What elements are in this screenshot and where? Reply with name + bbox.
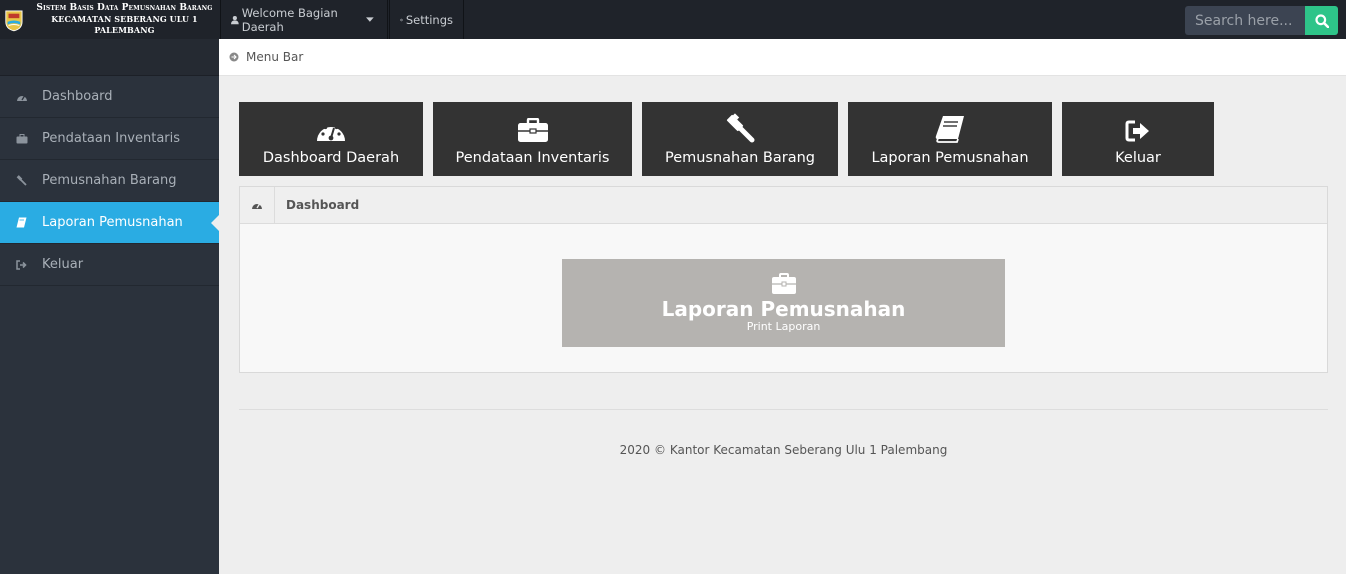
card-title: Laporan Pemusnahan xyxy=(661,297,906,321)
gear-icon xyxy=(400,18,403,21)
user-menu-label: Welcome Bagian Daerah xyxy=(241,5,338,34)
brand-title-line1: Sistem Basis Data Pemusnahan Barang xyxy=(36,3,213,13)
tile-label: Pendataan Inventaris xyxy=(455,150,610,166)
briefcase-icon xyxy=(517,118,548,142)
sidebar-item-dashboard[interactable]: Dashboard xyxy=(0,76,219,118)
tile-laporan-pemusnahan[interactable]: Laporan Pemusnahan xyxy=(848,102,1052,176)
tile-label: Pemusnahan Barang xyxy=(664,150,816,166)
dashboard-panel: Dashboard Laporan Pemusnahan Print Lapor… xyxy=(239,186,1328,373)
dashboard-icon xyxy=(17,95,27,101)
book-icon xyxy=(935,116,964,143)
settings-menu[interactable]: Settings xyxy=(389,0,464,39)
sidebar-item-label: Dashboard xyxy=(42,89,113,104)
sidebar-item-pendataan-inventaris[interactable]: Pendataan Inventaris xyxy=(0,118,219,160)
search-placeholder: Search here... xyxy=(1195,12,1293,29)
tile-label: Keluar xyxy=(1115,150,1161,166)
panel-title: Dashboard xyxy=(286,198,360,212)
gavel-icon xyxy=(726,113,755,143)
user-icon xyxy=(231,15,239,24)
tile-label: Laporan Pemusnahan xyxy=(871,150,1029,166)
laporan-pemusnahan-card[interactable]: Laporan Pemusnahan Print Laporan xyxy=(562,259,1005,347)
tile-pemusnahan-barang[interactable]: Pemusnahan Barang xyxy=(642,102,838,176)
brand-title-line2: KECAMATAN SEBERANG ULU 1 PALEMBANG xyxy=(51,14,198,35)
user-menu-dropdown[interactable]: Welcome Bagian Daerah xyxy=(220,0,388,39)
search-icon xyxy=(1314,13,1329,28)
breadcrumb-label[interactable]: Menu Bar xyxy=(246,50,303,64)
sidebar-header xyxy=(0,39,219,76)
card-subtitle: Print Laporan xyxy=(746,320,821,333)
panel-header: Dashboard xyxy=(240,187,1327,224)
book-icon xyxy=(16,217,27,228)
search-button[interactable] xyxy=(1305,6,1338,35)
settings-label: Settings xyxy=(405,12,453,27)
dashboard-icon xyxy=(252,203,262,209)
sign-out-icon xyxy=(1125,120,1149,142)
gavel-icon xyxy=(16,175,27,186)
sidebar-item-label: Laporan Pemusnahan xyxy=(42,215,183,230)
tile-dashboard-daerah[interactable]: Dashboard Daerah xyxy=(239,102,423,176)
footer-copyright: 2020 © Kantor Kecamatan Seberang Ulu 1 P… xyxy=(619,443,948,457)
dashboard-icon xyxy=(317,122,345,141)
footer-divider xyxy=(239,409,1328,410)
sidebar-item-label: Pendataan Inventaris xyxy=(42,131,181,146)
sidebar-item-keluar[interactable]: Keluar xyxy=(0,244,219,286)
sidebar-item-pemusnahan-barang[interactable]: Pemusnahan Barang xyxy=(0,160,219,202)
breadcrumb: Menu Bar xyxy=(219,39,1346,76)
briefcase-icon xyxy=(16,133,28,143)
caret-down-icon xyxy=(366,16,374,22)
sidebar-item-laporan-pemusnahan[interactable]: Laporan Pemusnahan xyxy=(0,202,219,244)
tile-keluar[interactable]: Keluar xyxy=(1062,102,1214,176)
top-navbar: Sistem Basis Data Pemusnahan Barang KECA… xyxy=(0,0,1346,39)
circle-arrow-icon xyxy=(229,52,239,62)
sign-out-icon xyxy=(16,259,27,270)
brand-title: Sistem Basis Data Pemusnahan Barang KECA… xyxy=(30,3,219,36)
briefcase-icon xyxy=(771,273,796,294)
search-input[interactable]: Search here... xyxy=(1185,6,1305,35)
brand[interactable]: Sistem Basis Data Pemusnahan Barang KECA… xyxy=(0,0,219,39)
sidebar-item-label: Keluar xyxy=(42,257,84,272)
sidebar: Dashboard Pendataan Inventaris Pemusnaha… xyxy=(0,39,219,574)
regency-emblem-icon xyxy=(5,10,23,31)
tile-pendataan-inventaris[interactable]: Pendataan Inventaris xyxy=(433,102,632,176)
tile-label: Dashboard Daerah xyxy=(262,150,400,166)
sidebar-item-label: Pemusnahan Barang xyxy=(42,173,177,188)
